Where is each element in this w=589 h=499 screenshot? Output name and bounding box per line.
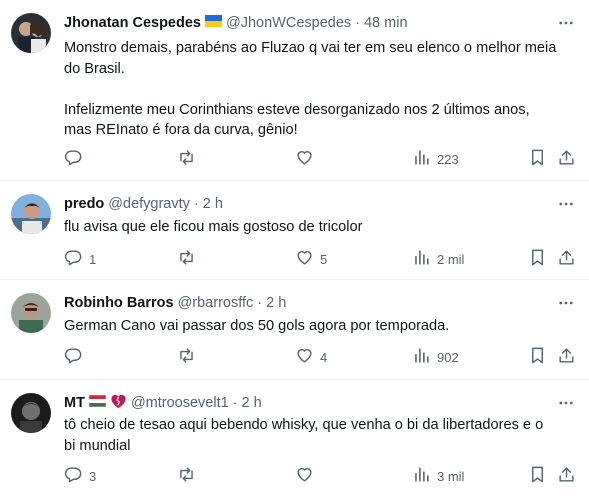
views-icon — [412, 346, 431, 368]
views-count: 3 mil — [437, 468, 465, 484]
tweet[interactable]: Jhonatan Cespedes @JhonWCespedes · 48 mi… — [0, 0, 589, 181]
views-count: 2 mil — [437, 251, 465, 267]
tweet-actions: 3 3 mil — [54, 465, 584, 487]
share-button[interactable] — [557, 346, 576, 368]
avatar[interactable] — [11, 13, 51, 53]
tweet-actions: 223 — [54, 148, 584, 170]
bookmark-button[interactable] — [528, 148, 547, 170]
bookmark-icon — [528, 346, 547, 368]
retweet-icon — [177, 248, 196, 270]
more-options-icon[interactable] — [556, 293, 576, 313]
bookmark-icon — [528, 248, 547, 270]
tweet-text: Monstro demais, parabéns ao Fluzao q vai… — [64, 40, 557, 138]
share-icon — [557, 248, 576, 270]
like-count: 5 — [320, 251, 328, 267]
tweet-text: flu avisa que ele ficou mais gostoso de … — [64, 219, 363, 235]
avatar[interactable] — [11, 194, 51, 234]
like-button[interactable]: 4 — [295, 346, 327, 368]
timestamp[interactable]: 48 min — [364, 15, 408, 31]
separator-dot: · — [193, 196, 199, 212]
bookmark-button[interactable] — [528, 346, 547, 368]
heart-icon — [295, 248, 314, 270]
heart-icon — [295, 346, 314, 368]
share-icon — [557, 465, 576, 487]
avatar[interactable] — [11, 393, 51, 433]
more-options-icon[interactable] — [556, 194, 576, 214]
views-button[interactable]: 902 — [412, 346, 459, 368]
views-button[interactable]: 223 — [412, 148, 459, 170]
reply-button[interactable]: 3 — [64, 465, 96, 487]
timestamp[interactable]: 2 h — [242, 395, 262, 411]
tweet-actions: 1 5 2 mil — [54, 248, 584, 270]
heart-icon — [295, 148, 314, 170]
author-name[interactable]: Jhonatan Cespedes — [64, 15, 201, 31]
author-handle[interactable]: @JhonWCespedes — [226, 15, 351, 31]
avatar[interactable] — [11, 293, 51, 333]
tweet-actions: 4 902 — [54, 346, 584, 368]
tweet-header: Jhonatan Cespedes @JhonWCespedes · 48 mi… — [64, 13, 555, 33]
views-button[interactable]: 2 mil — [412, 248, 464, 270]
reply-button[interactable] — [64, 148, 89, 170]
like-button[interactable] — [295, 465, 320, 487]
author-name[interactable]: MT — [64, 395, 85, 411]
reply-icon — [64, 148, 83, 170]
more-options-icon[interactable] — [556, 13, 576, 33]
reply-icon — [64, 465, 83, 487]
bookmark-button[interactable] — [528, 248, 547, 270]
hungary-flag-icon — [88, 394, 107, 411]
retweet-icon — [177, 346, 196, 368]
tweet-header: MT @mtroosevelt1 · 2 h — [64, 393, 555, 413]
tweet-header: Robinho Barros @rbarrosffc · 2 h — [64, 293, 555, 313]
separator-dot: · — [355, 15, 360, 31]
views-count: 223 — [437, 151, 459, 167]
share-button[interactable] — [557, 465, 576, 487]
share-icon — [557, 346, 576, 368]
views-icon — [412, 248, 431, 270]
retweet-button[interactable] — [177, 148, 202, 170]
reply-count: 1 — [89, 251, 97, 267]
retweet-button[interactable] — [177, 346, 202, 368]
reply-icon — [64, 346, 83, 368]
views-icon — [412, 148, 431, 170]
tweet[interactable]: Robinho Barros @rbarrosffc · 2 h German … — [0, 280, 589, 380]
heart-icon — [295, 465, 314, 487]
like-button[interactable] — [295, 148, 320, 170]
views-icon — [412, 465, 431, 487]
retweet-button[interactable] — [177, 248, 202, 270]
author-handle[interactable]: @rbarrosffc — [178, 295, 254, 311]
share-icon — [557, 148, 576, 170]
author-name[interactable]: predo — [64, 196, 104, 212]
reply-button[interactable]: 1 — [64, 248, 96, 270]
bookmark-button[interactable] — [528, 465, 547, 487]
reply-count: 3 — [89, 468, 97, 484]
retweet-icon — [177, 465, 196, 487]
bookmark-icon — [528, 465, 547, 487]
reply-icon — [64, 248, 83, 270]
share-button[interactable] — [557, 148, 576, 170]
bookmark-icon — [528, 148, 547, 170]
more-options-icon[interactable] — [556, 393, 576, 413]
timestamp[interactable]: 2 h — [203, 196, 223, 212]
tweet-header: predo @defygravty · 2 h — [64, 194, 555, 214]
like-button[interactable]: 5 — [295, 248, 327, 270]
reply-button[interactable] — [64, 346, 89, 368]
share-button[interactable] — [557, 248, 576, 270]
author-handle[interactable]: @defygravty — [108, 196, 190, 212]
author-handle[interactable]: @mtroosevelt1 — [131, 395, 229, 411]
tweet-text: German Cano vai passar dos 50 gols agora… — [64, 318, 450, 334]
broken-heart-icon — [110, 393, 127, 413]
author-name[interactable]: Robinho Barros — [64, 295, 174, 311]
tweet-text: tô cheio de tesao aqui bebendo whisky, q… — [64, 417, 544, 454]
separator-dot: · — [257, 295, 263, 311]
like-count: 4 — [320, 349, 328, 365]
timestamp[interactable]: 2 h — [266, 295, 286, 311]
tweet[interactable]: MT @mtroosevelt1 · 2 h tô cheio de tesao… — [0, 380, 589, 499]
retweet-button[interactable] — [177, 465, 202, 487]
retweet-icon — [177, 148, 196, 170]
ukraine-flag-icon — [205, 15, 222, 31]
views-button[interactable]: 3 mil — [412, 465, 464, 487]
views-count: 902 — [437, 349, 459, 365]
tweet[interactable]: predo @defygravty · 2 h flu avisa que el… — [0, 181, 589, 280]
separator-dot: · — [232, 395, 238, 411]
